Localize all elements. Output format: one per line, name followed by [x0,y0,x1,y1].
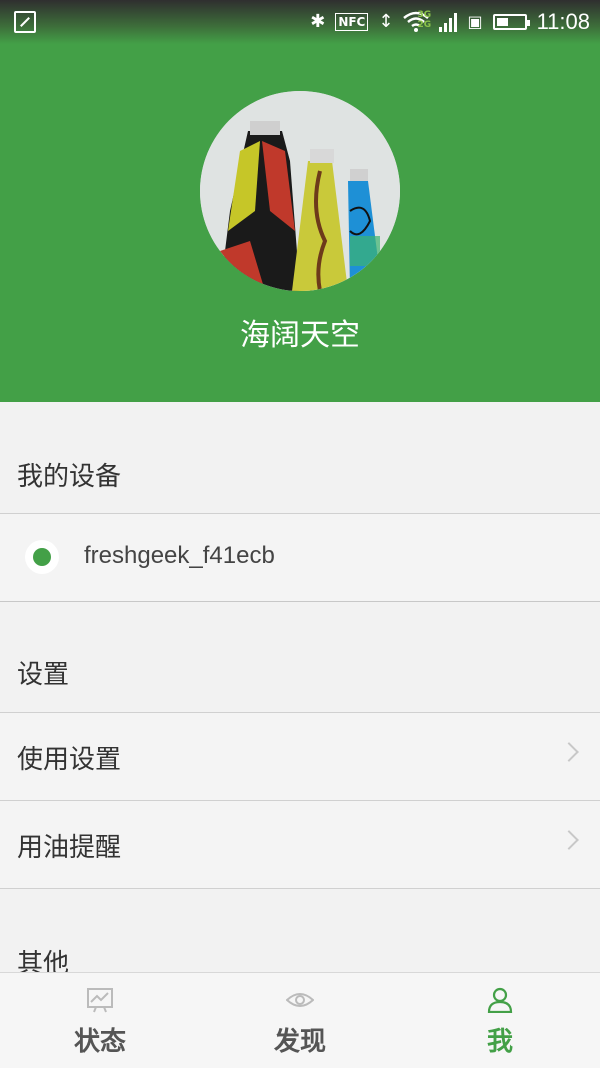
device-name: freshgeek_f41ecb [84,542,275,569]
chevron-right-icon [559,742,579,762]
bottom-nav: 状态 发现 我 [0,972,600,1068]
device-item[interactable]: freshgeek_f41ecb [0,514,600,602]
eye-icon [286,993,314,1007]
screenshot-notification-icon [14,11,36,33]
status-bar: ✱ NFC ↕ 3G 2G ▣ 11:08 [0,0,600,44]
menu-item-usage-settings[interactable]: 使用设置 [0,713,600,801]
avatar[interactable] [200,91,400,291]
network-type-label: 3G 2G [417,10,432,30]
tab-status[interactable]: 状态 [0,973,200,1068]
section-title-devices: 我的设备 [0,402,600,514]
tab-label: 发现 [273,1027,326,1057]
tab-label: 状态 [73,1027,126,1057]
device-status-indicator [25,540,59,574]
online-dot-icon [33,548,51,566]
tab-me[interactable]: 我 [400,973,600,1068]
vibrate-icon: ↕ [378,11,394,32]
sim-icon: ▣ [467,12,483,31]
clock: 11:08 [536,9,590,34]
tab-discover[interactable]: 发现 [200,973,400,1068]
chevron-right-icon [559,830,579,850]
tab-label: 我 [486,1027,513,1057]
menu-item-label: 使用设置 [17,745,122,775]
username: 海阔天空 [240,318,360,353]
status-icons: ✱ NFC ↕ 3G 2G ▣ 11:08 [310,8,590,36]
battery-icon [492,14,530,30]
bluetooth-icon: ✱ [310,11,326,32]
profile-menu: 我的设备 freshgeek_f41ecb 设置 使用设置 用油提醒 其他 [0,402,600,979]
avatar-image [200,91,400,291]
cellular-signal-icon: 3G 2G [417,10,458,32]
person-icon [487,987,513,1013]
section-title-settings: 设置 [0,602,600,713]
profile-header: 海阔天空 [0,44,600,402]
chart-icon [87,988,113,1013]
menu-item-label: 用油提醒 [17,833,122,863]
menu-item-oil-reminder[interactable]: 用油提醒 [0,801,600,889]
nfc-icon: NFC [335,13,369,31]
